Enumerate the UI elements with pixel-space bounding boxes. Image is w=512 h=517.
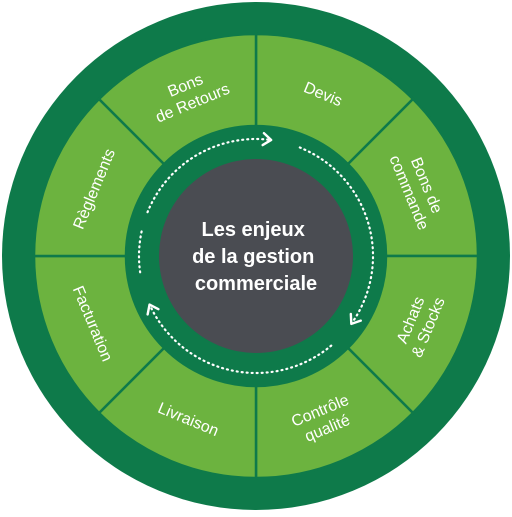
center-title: Les enjeux de la gestion commerciale [192,219,320,295]
cycle-diagram-svg: DevisBons decommandeAchats& StocksContrô… [2,2,510,510]
center-title-line-1: Les enjeux [202,219,305,241]
cycle-diagram: Devis Bons decommande Achats& Stocks Contrô… [0,0,512,512]
center-title-line-3: commerciale [195,273,317,295]
center-title-line-2: de la gestion [192,246,314,268]
